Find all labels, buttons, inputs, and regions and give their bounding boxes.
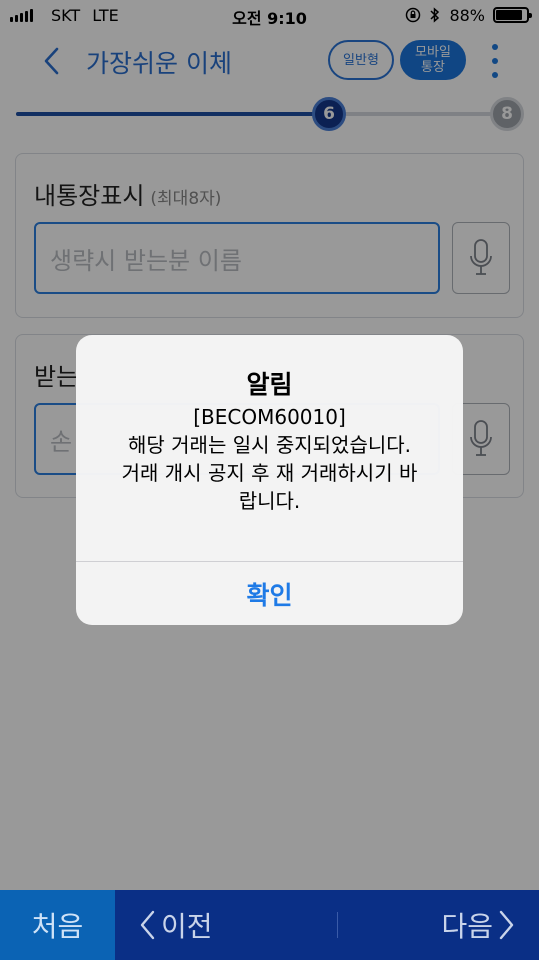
alert-line3: 랍니다.	[238, 489, 301, 513]
first-button[interactable]: 처음	[0, 890, 115, 960]
bottom-nav-bar: 처음 이전 다음	[0, 890, 539, 960]
alert-code: [BECOM60010]	[193, 405, 346, 429]
alert-message: [BECOM60010] 해당 거래는 일시 중지되었습니다. 거래 개시 공지…	[96, 403, 443, 515]
next-label: 다음	[441, 910, 493, 943]
chevron-right-icon	[499, 910, 514, 940]
alert-ok-button[interactable]: 확인	[76, 562, 463, 625]
prev-button[interactable]: 이전	[115, 890, 337, 960]
alert-line2: 거래 개시 공지 후 재 거래하시기 바	[121, 461, 418, 485]
alert-title: 알림	[246, 370, 293, 399]
alert-dialog: 알림 [BECOM60010] 해당 거래는 일시 중지되었습니다. 거래 개시…	[76, 335, 463, 625]
chevron-left-icon	[140, 910, 155, 940]
next-button[interactable]: 다음	[337, 890, 539, 960]
alert-line1: 해당 거래는 일시 중지되었습니다.	[127, 433, 412, 457]
prev-label: 이전	[161, 910, 213, 943]
